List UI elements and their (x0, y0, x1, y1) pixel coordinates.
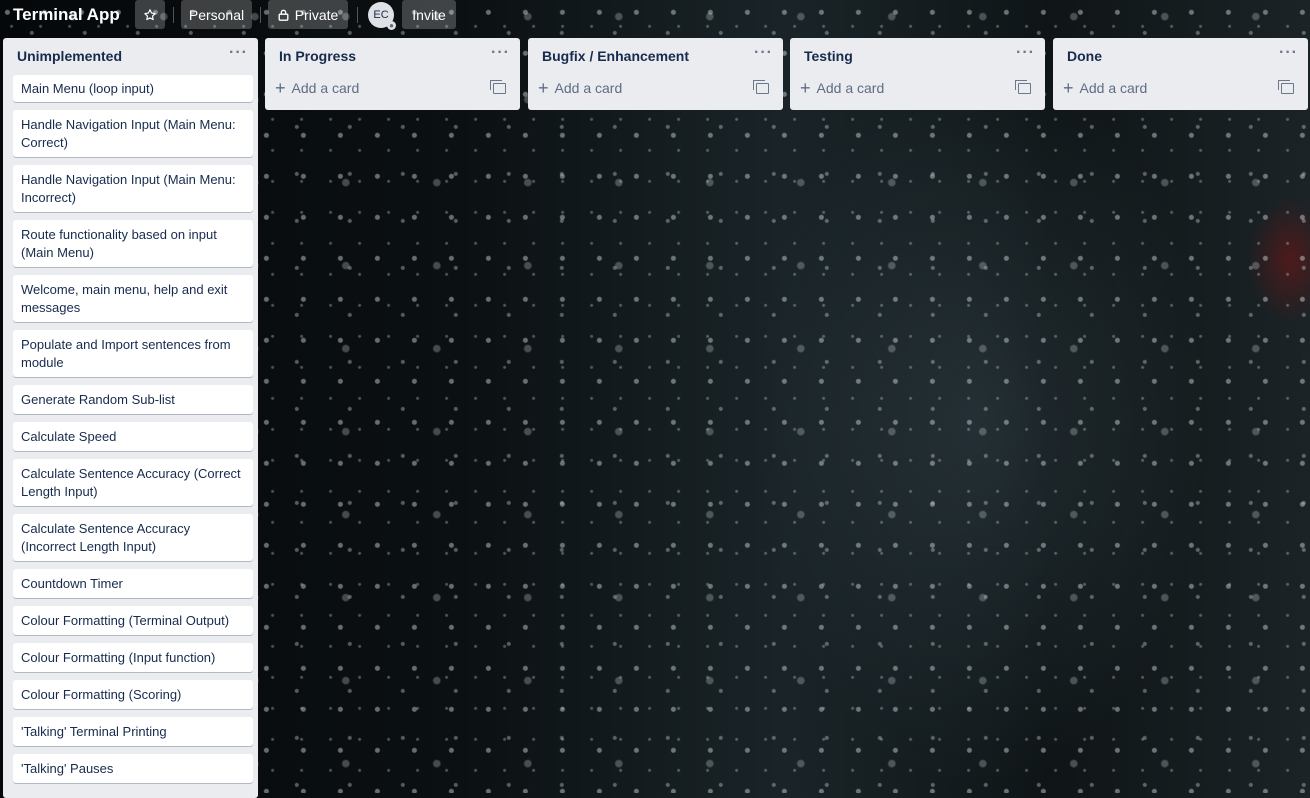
list-bugfix-enhancement: Bugfix / Enhancement ··· + Add a card (528, 38, 783, 110)
avatar-initials: EC (373, 9, 389, 21)
add-card-label: Add a card (1079, 80, 1148, 96)
header-divider (260, 7, 261, 23)
list-card[interactable]: Handle Navigation Input (Main Menu: Corr… (13, 110, 253, 157)
add-card-button[interactable]: + Add a card (1063, 78, 1148, 98)
list-title[interactable]: Done (1067, 48, 1102, 64)
avatar[interactable]: EC ● (368, 2, 396, 30)
plus-icon: + (538, 78, 549, 98)
plus-icon: + (800, 78, 811, 98)
lock-icon (278, 9, 289, 21)
list-menu-icon[interactable]: ··· (1016, 44, 1035, 62)
list-card[interactable]: Main Menu (loop input) (13, 75, 253, 102)
list-card[interactable]: Countdown Timer (13, 569, 253, 598)
card-template-icon[interactable] (1278, 80, 1294, 94)
header-divider (357, 7, 358, 23)
card-list: Main Menu (loop input) Handle Navigation… (13, 75, 253, 791)
list-menu-icon[interactable]: ··· (1279, 44, 1298, 62)
invite-button[interactable]: Invite (402, 0, 456, 29)
add-card-label: Add a card (554, 80, 623, 96)
list-in-progress: In Progress ··· + Add a card (265, 38, 520, 110)
list-card[interactable]: 'Talking' Pauses (13, 754, 253, 783)
list-card[interactable]: Calculate Sentence Accuracy (Incorrect L… (13, 514, 253, 561)
list-unimplemented: Unimplemented ··· Main Menu (loop input)… (3, 38, 258, 798)
private-label: Private (294, 6, 339, 23)
list-card[interactable]: Generate Random Sub-list (13, 385, 253, 414)
add-card-button[interactable]: + Add a card (800, 78, 885, 98)
list-card[interactable]: Calculate Sentence Accuracy (Correct Len… (13, 459, 253, 506)
card-template-icon[interactable] (753, 80, 769, 94)
list-card[interactable]: 'Talking' Terminal Printing (13, 717, 253, 746)
list-done: Done ··· + Add a card (1053, 38, 1308, 110)
list-card[interactable]: Calculate Speed (13, 422, 253, 451)
list-testing: Testing ··· + Add a card (790, 38, 1045, 110)
list-card[interactable]: Handle Navigation Input (Main Menu: Inco… (13, 165, 253, 212)
add-card-button[interactable]: + Add a card (538, 78, 623, 98)
header-divider (173, 7, 174, 23)
add-card-label: Add a card (816, 80, 885, 96)
board-header: Terminal App Personal Private EC ● Invit… (0, 0, 1310, 30)
add-card-label: Add a card (291, 80, 360, 96)
list-card[interactable]: Colour Formatting (Scoring) (13, 680, 253, 709)
list-title[interactable]: Unimplemented (17, 48, 122, 64)
list-title[interactable]: Bugfix / Enhancement (542, 48, 689, 64)
add-card-button[interactable]: + Add a card (275, 78, 360, 98)
list-card[interactable]: Colour Formatting (Input function) (13, 643, 253, 672)
card-template-icon[interactable] (490, 80, 506, 94)
admin-badge-icon: ● (387, 21, 396, 30)
star-button[interactable] (135, 0, 165, 29)
list-menu-icon[interactable]: ··· (229, 44, 248, 62)
personal-button[interactable]: Personal (181, 0, 252, 29)
board-title[interactable]: Terminal App (13, 5, 120, 25)
card-template-icon[interactable] (1015, 80, 1031, 94)
list-menu-icon[interactable]: ··· (491, 44, 510, 62)
list-card[interactable]: Colour Formatting (Terminal Output) (13, 606, 253, 635)
list-card[interactable]: Populate and Import sentences from modul… (13, 330, 253, 377)
plus-icon: + (1063, 78, 1074, 98)
list-card[interactable]: Route functionality based on input (Main… (13, 220, 253, 267)
list-title[interactable]: In Progress (279, 48, 356, 64)
list-menu-icon[interactable]: ··· (754, 44, 773, 62)
list-card[interactable]: Welcome, main menu, help and exit messag… (13, 275, 253, 322)
star-icon (144, 8, 156, 20)
list-title[interactable]: Testing (804, 48, 853, 64)
private-button[interactable]: Private (268, 0, 348, 29)
plus-icon: + (275, 78, 286, 98)
